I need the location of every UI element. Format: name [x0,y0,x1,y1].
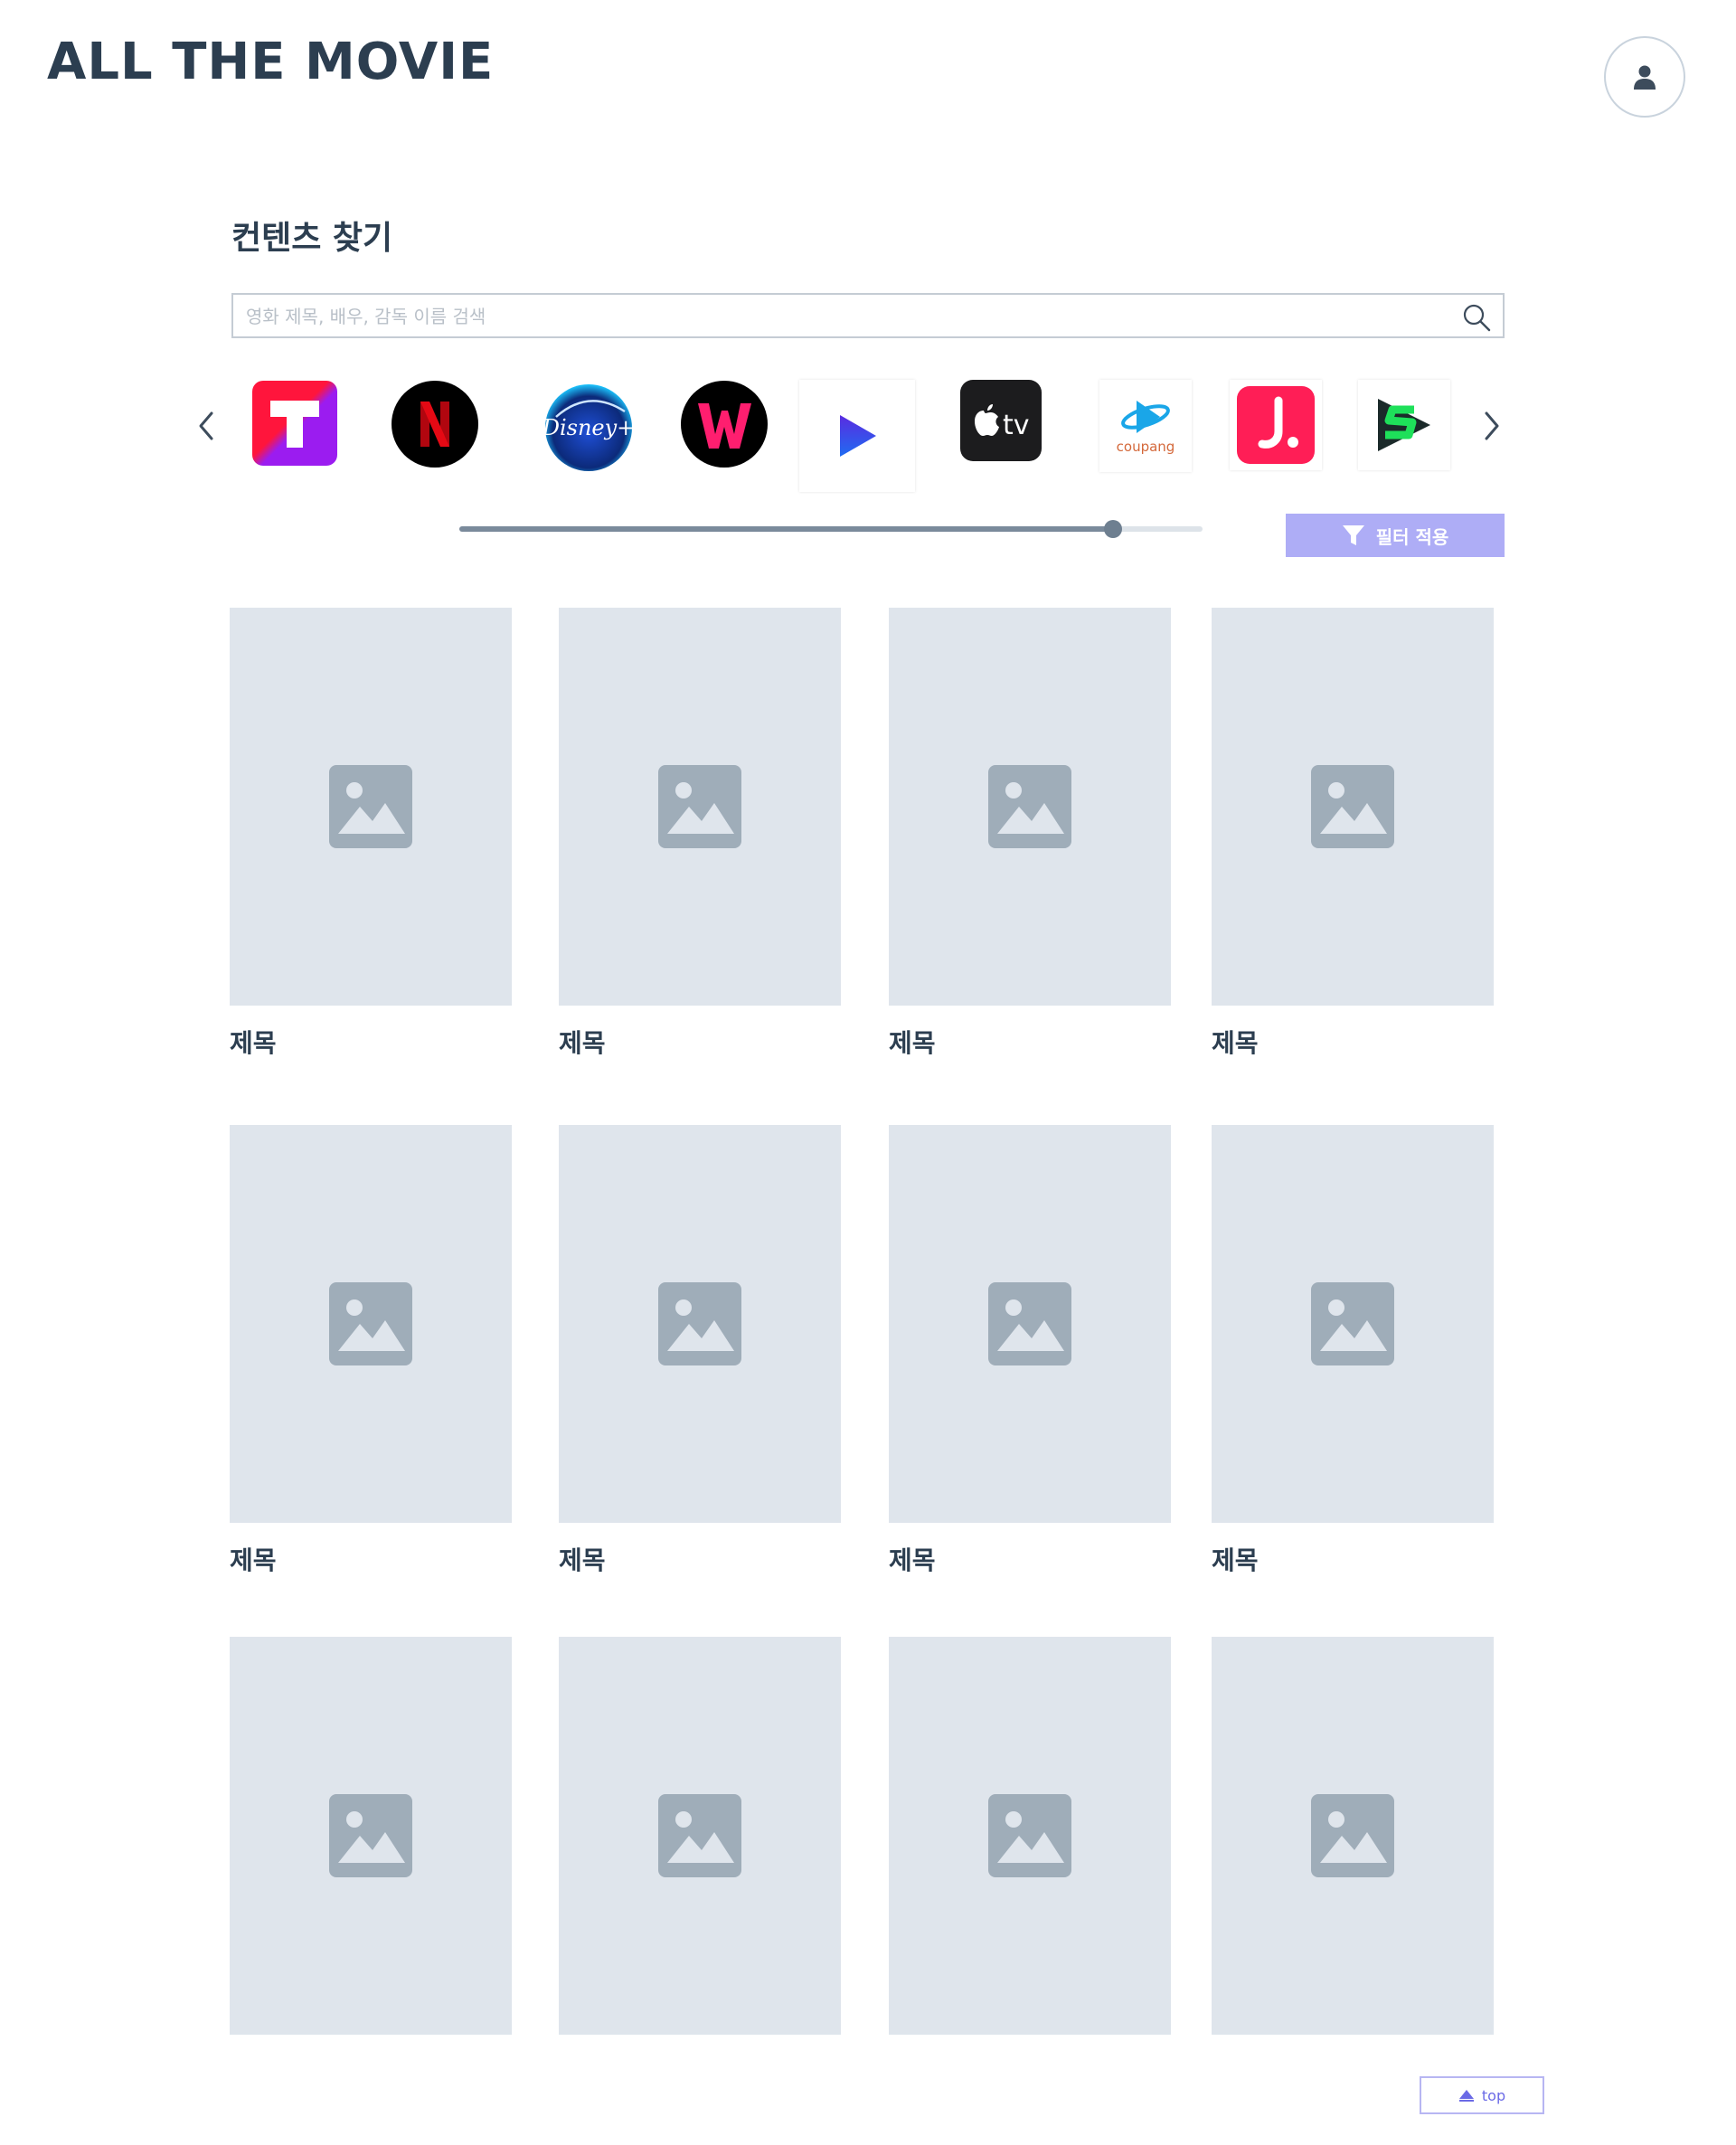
page-title: 컨텐츠 찾기 [231,220,393,257]
coupang-logo: coupang [1117,401,1175,455]
provider-apple-tv[interactable]: tv [960,380,1042,461]
image-placeholder-icon [329,765,412,848]
chevron-right-icon [1485,411,1499,440]
carousel-prev-button[interactable] [190,403,222,449]
provider-coupang-play[interactable]: coupang [1099,380,1192,472]
apple-tv-logo: tv [960,380,1042,461]
provider-play[interactable] [799,380,915,492]
movie-title[interactable]: 제목 [559,1024,841,1060]
scroll-slider[interactable] [459,520,1203,538]
search-icon[interactable] [1461,302,1492,333]
profile-button[interactable] [1604,36,1685,118]
movie-poster[interactable] [889,1125,1171,1523]
apply-filter-label: 필터 적용 [1375,525,1449,548]
image-placeholder-icon [658,1794,741,1877]
image-placeholder-icon [658,1282,741,1365]
movie-title[interactable]: 제목 [889,1541,1171,1577]
funnel-icon [1342,525,1364,545]
movie-card[interactable] [889,1637,1171,2053]
movie-poster[interactable] [1212,1125,1494,1523]
image-placeholder-icon [988,765,1071,848]
movie-card[interactable]: 제목 [889,608,1171,1060]
movie-poster[interactable] [889,608,1171,1006]
image-placeholder-icon [1311,1794,1394,1877]
movie-card[interactable] [1212,1637,1494,2053]
image-placeholder-icon [1311,1282,1394,1365]
movie-poster[interactable] [230,1125,512,1523]
triangle-up-icon [1458,2090,1474,2102]
provider-s[interactable] [1358,380,1450,470]
movie-poster[interactable] [559,608,841,1006]
tving-logo [252,381,337,466]
slider-fill [459,526,1114,532]
svg-text:tv: tv [1003,410,1030,441]
movie-card[interactable] [230,1637,512,2053]
movie-card[interactable]: 제목 [559,608,841,1060]
svg-text:Disney+: Disney+ [542,415,635,440]
movie-poster[interactable] [1212,1637,1494,2035]
provider-disney-plus[interactable]: Disney+ [541,380,637,476]
slider-thumb[interactable] [1104,520,1123,538]
scroll-top-button[interactable]: top [1420,2076,1544,2114]
svg-text:coupang: coupang [1117,439,1175,455]
movie-title[interactable]: 제목 [1212,1541,1494,1577]
movie-card[interactable]: 제목 [1212,1125,1494,1577]
scroll-top-label: top [1481,2086,1506,2104]
provider-tving[interactable] [251,380,338,467]
movie-poster[interactable] [230,608,512,1006]
watcha-logo [1237,386,1315,464]
movie-poster[interactable] [230,1637,512,2035]
movie-poster[interactable] [1212,608,1494,1006]
movie-title[interactable]: 제목 [230,1541,512,1577]
image-placeholder-icon [329,1282,412,1365]
movie-title[interactable]: 제목 [559,1541,841,1577]
image-placeholder-icon [1311,765,1394,848]
image-placeholder-icon [988,1282,1071,1365]
image-placeholder-icon [658,765,741,848]
movie-poster[interactable] [559,1637,841,2035]
netflix-logo [392,381,478,468]
site-logo[interactable]: ALL THE MOVIE [47,33,494,91]
movie-card[interactable] [559,1637,841,2053]
wavve-logo [681,381,768,468]
movie-poster[interactable] [559,1125,841,1523]
provider-wavve[interactable] [680,380,769,468]
s-logo [1378,399,1430,451]
movie-card[interactable]: 제목 [1212,608,1494,1060]
provider-watcha[interactable] [1230,380,1322,470]
apply-filter-button[interactable]: 필터 적용 [1286,514,1505,557]
movie-title[interactable]: 제목 [1212,1024,1494,1060]
search-box [231,293,1505,338]
provider-netflix[interactable] [391,380,479,468]
movie-title[interactable]: 제목 [889,1024,1171,1060]
movie-card[interactable]: 제목 [559,1125,841,1577]
movie-card[interactable]: 제목 [230,608,512,1060]
user-icon [1634,65,1656,90]
movie-card[interactable]: 제목 [889,1125,1171,1577]
play-logo [840,415,876,457]
search-input[interactable] [246,300,1439,333]
image-placeholder-icon [988,1794,1071,1877]
disney-plus-logo: Disney+ [542,384,635,471]
movie-title[interactable]: 제목 [230,1024,512,1060]
chevron-left-icon [199,411,213,440]
movie-card[interactable]: 제목 [230,1125,512,1577]
carousel-next-button[interactable] [1476,403,1508,449]
movie-poster[interactable] [889,1637,1171,2035]
image-placeholder-icon [329,1794,412,1877]
